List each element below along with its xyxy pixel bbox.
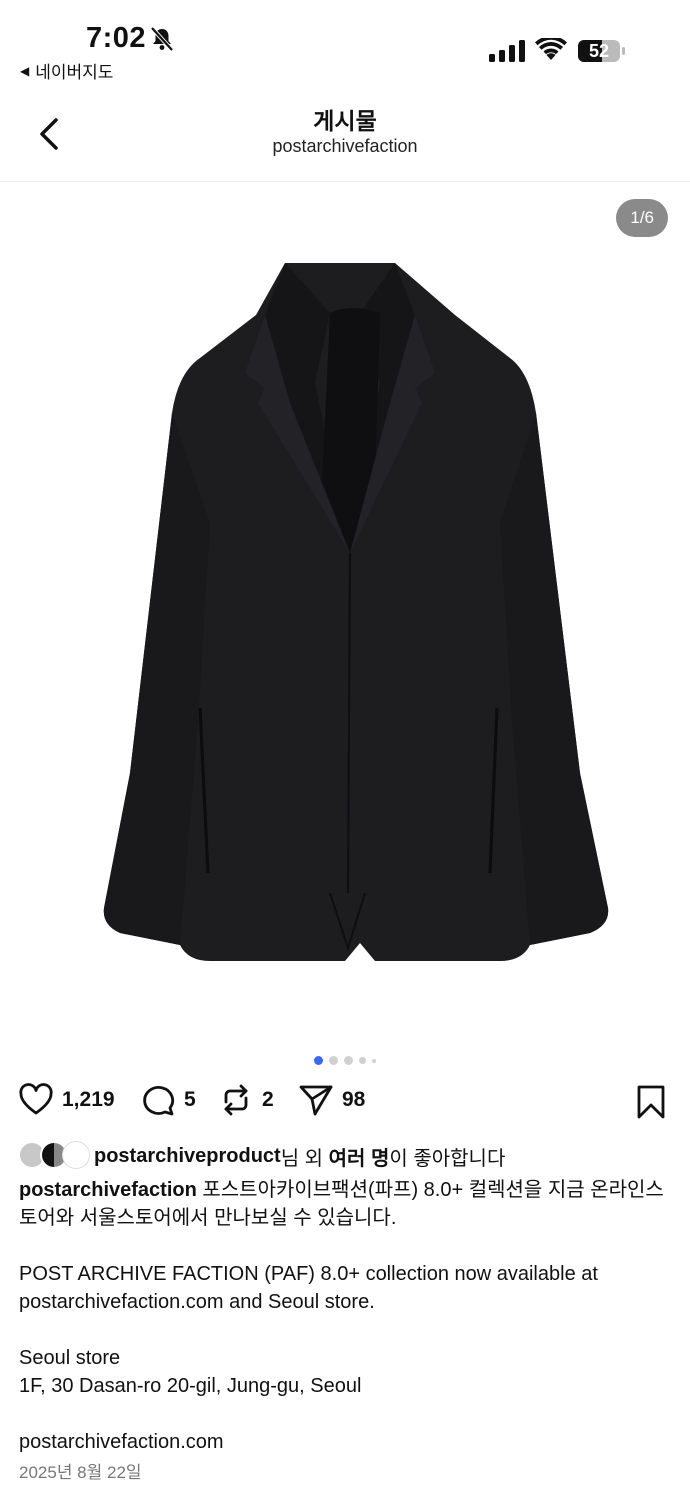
post-header: 게시물 postarchivefaction: [0, 90, 690, 182]
carousel-dot: [344, 1056, 353, 1065]
liked-by-row[interactable]: postarchiveproduct 님 외 여러 명 이 좋아합니다: [18, 1140, 505, 1172]
cellular-signal-icon: [489, 40, 525, 62]
caption-korean: postarchivefaction 포스트아카이브팩션(파프) 8.0+ 컬렉…: [19, 1176, 679, 1232]
liked-by-text: 님 외: [280, 1147, 329, 1170]
repost-button[interactable]: 2: [218, 1082, 274, 1118]
store-address: 1F, 30 Dasan-ro 20-gil, Jung-gu, Seoul: [19, 1375, 362, 1397]
post-caption: postarchivefaction 포스트아카이브팩션(파프) 8.0+ 컬렉…: [19, 1176, 679, 1484]
bell-muted-icon: [150, 26, 174, 52]
post-date: 2025년 8월 22일: [19, 1463, 142, 1482]
back-to-app-link[interactable]: ◀ 네이버지도: [20, 58, 113, 83]
repost-icon: [224, 1084, 248, 1116]
caption-website[interactable]: postarchivefaction.com: [19, 1428, 679, 1456]
share-count: 98: [342, 1088, 366, 1111]
liked-by-text-end: 이 좋아합니다: [389, 1147, 506, 1170]
page-subtitle-username[interactable]: postarchivefaction: [0, 136, 690, 157]
black-jacket-image: [103, 263, 609, 961]
repost-count: 2: [262, 1088, 274, 1111]
store-title: Seoul store: [19, 1347, 121, 1369]
bookmark-icon[interactable]: [634, 1084, 668, 1120]
liker-username[interactable]: postarchiveproduct: [94, 1145, 281, 1168]
send-paper-plane-icon: [299, 1085, 333, 1116]
heart-icon: [19, 1083, 53, 1115]
carousel-dot: [372, 1058, 376, 1063]
comment-bubble-icon: [143, 1086, 175, 1116]
avatar: [62, 1141, 90, 1169]
comment-count: 5: [184, 1088, 196, 1111]
caption-username[interactable]: postarchivefaction: [19, 1179, 197, 1201]
back-app-label: 네이버지도: [35, 63, 114, 82]
caption-english: POST ARCHIVE FACTION (PAF) 8.0+ collecti…: [19, 1263, 598, 1313]
carousel-dot-active: [314, 1056, 323, 1065]
carousel-dot: [359, 1057, 366, 1064]
back-triangle-icon: ◀: [20, 63, 30, 78]
carousel-pagination-dots: [0, 1056, 690, 1065]
like-button[interactable]: 1,219: [18, 1082, 115, 1118]
clock: 7:02: [86, 22, 147, 54]
liked-by-others[interactable]: 여러 명: [329, 1142, 390, 1171]
battery-level: 52: [588, 41, 610, 61]
share-button[interactable]: 98: [298, 1082, 365, 1118]
comment-button[interactable]: 5: [140, 1082, 196, 1118]
liker-avatars: [18, 1141, 92, 1171]
post-image-carousel[interactable]: 1/6: [0, 183, 690, 1043]
image-counter-badge: 1/6: [616, 199, 668, 237]
battery-indicator: 52: [578, 39, 626, 63]
like-count: 1,219: [62, 1088, 115, 1111]
caption-store: Seoul store 1F, 30 Dasan-ro 20-gil, Jung-…: [19, 1344, 679, 1400]
status-bar: 7:02 ◀ 네이버지도 52: [0, 0, 690, 84]
post-actions-bar: 1,219 5 2 98: [0, 1082, 690, 1126]
carousel-dot: [329, 1056, 338, 1065]
wifi-icon: [535, 38, 567, 60]
page-title: 게시물: [313, 108, 377, 134]
